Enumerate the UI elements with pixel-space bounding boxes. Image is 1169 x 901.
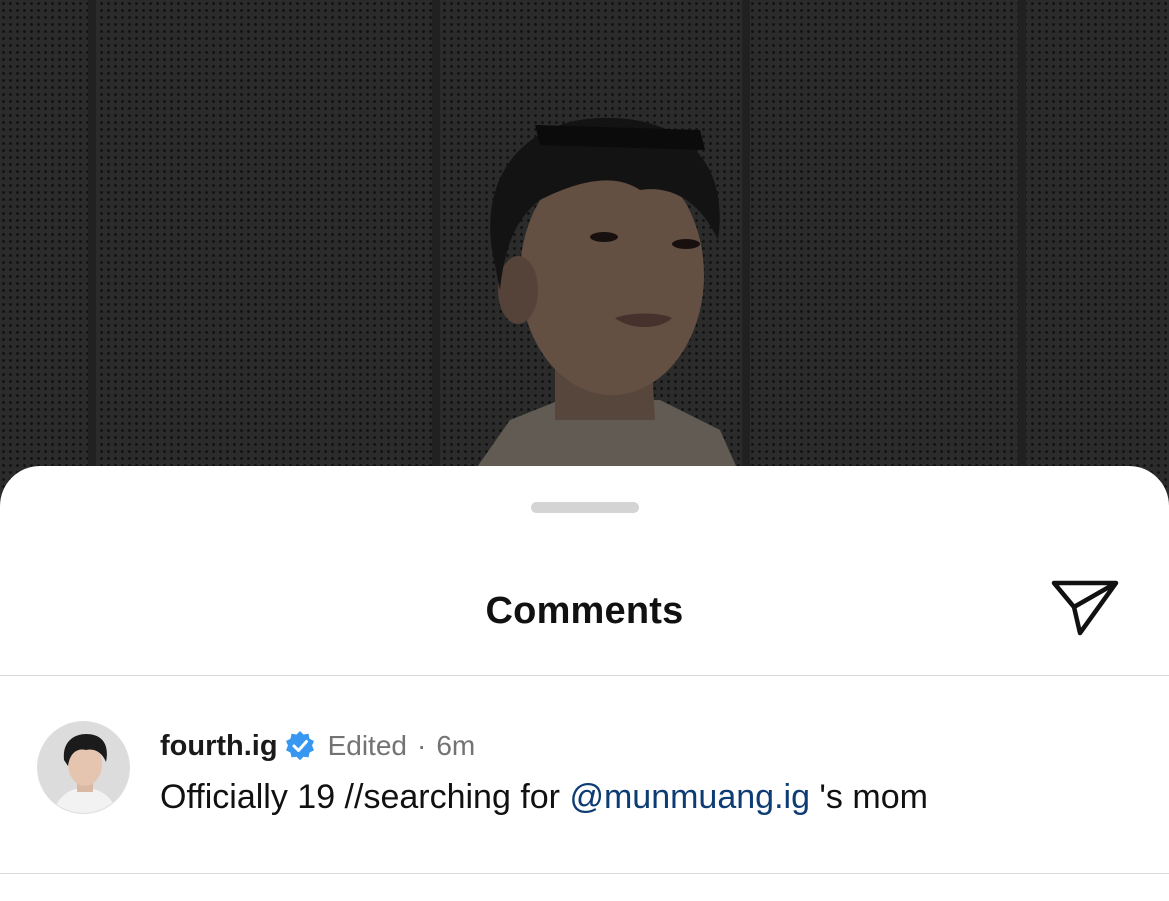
- avatar[interactable]: [37, 721, 130, 814]
- share-button[interactable]: [1050, 577, 1122, 639]
- comment-divider: [0, 873, 1169, 874]
- comment-text-before: Officially 19 //searching for: [160, 778, 570, 816]
- comments-sheet: Comments fourth.ig Edited · 6m Officiall…: [0, 466, 1169, 901]
- comment-meta: fourth.ig Edited · 6m: [160, 726, 475, 766]
- edited-label: Edited: [327, 730, 407, 761]
- comment-item: fourth.ig Edited · 6m Officially 19 //se…: [0, 720, 1169, 820]
- background-photo: [0, 0, 1169, 520]
- comment-text-after: 's mom: [809, 778, 928, 816]
- meta-separator: ·: [416, 730, 427, 761]
- comment-username[interactable]: fourth.ig: [160, 730, 278, 763]
- sheet-title: Comments: [485, 590, 684, 632]
- verified-badge-icon: [285, 731, 314, 761]
- comment-timestamp: 6m: [436, 730, 476, 761]
- comment-text: Officially 19 //searching for @munmuang.…: [160, 778, 928, 817]
- sheet-drag-handle[interactable]: [531, 502, 639, 513]
- header-divider: [0, 675, 1169, 676]
- comment-mention-link[interactable]: @munmuang.ig: [569, 778, 810, 816]
- paper-plane-icon: [1051, 580, 1119, 636]
- avatar-image: [38, 722, 129, 813]
- photo-overlay: [0, 0, 1169, 520]
